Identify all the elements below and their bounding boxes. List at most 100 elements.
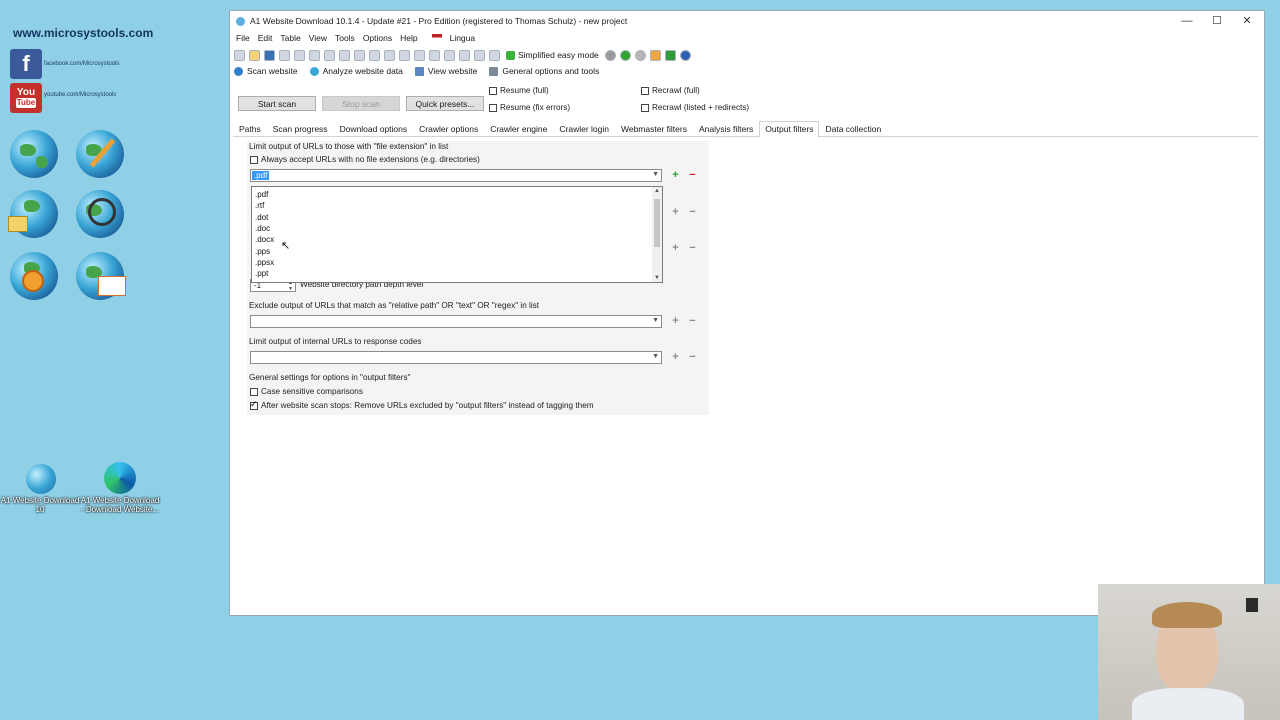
tab-view-website[interactable]: View website (414, 66, 477, 76)
share-icon[interactable] (664, 49, 676, 61)
list-item[interactable]: .docx (255, 235, 274, 244)
menu-options[interactable]: Options (363, 33, 392, 43)
case-sensitive-checkbox[interactable] (250, 387, 258, 396)
tab-data-collection[interactable]: Data collection (819, 121, 887, 138)
exclude-combobox[interactable]: ▼ (250, 315, 662, 328)
response-combobox[interactable]: ▼ (250, 351, 662, 364)
help-icon[interactable] (679, 49, 691, 61)
scroll-down-icon[interactable]: ▼ (654, 275, 660, 281)
collapse-icon[interactable] (429, 49, 440, 61)
chevron-down-icon[interactable]: ▼ (652, 353, 659, 360)
youtube-link[interactable]: youtube.com/Microsystools (44, 92, 116, 98)
tab-general-options[interactable]: General options and tools (489, 66, 599, 76)
edge-shortcut-label[interactable]: A1 Website Download - Download Website..… (80, 496, 160, 514)
remove-button-3[interactable]: − (686, 242, 699, 255)
start-scan-button[interactable]: Start scan (238, 96, 316, 111)
copy-icon[interactable] (339, 49, 350, 61)
menu-lingua[interactable]: Lingua (426, 33, 478, 43)
tab-analysis-filters[interactable]: Analysis filters (693, 121, 759, 138)
list-item[interactable]: .pps (255, 247, 270, 256)
extension-combobox[interactable]: .pdf ▼ (250, 169, 662, 182)
tab-analyze-website-data[interactable]: Analyze website data (309, 66, 403, 76)
case-sensitive-option[interactable]: Case sensitive comparisons (250, 387, 363, 396)
after-scan-checkbox[interactable] (250, 399, 258, 410)
facebook-icon[interactable]: f (10, 49, 42, 79)
list-item[interactable]: .ppsx (255, 258, 274, 267)
facebook-link[interactable]: facebook.com/Microsystools (44, 61, 119, 67)
stop-scan-button[interactable]: Stop scan (322, 96, 400, 111)
menu-file[interactable]: File (236, 33, 250, 43)
find-next-icon[interactable] (399, 49, 410, 61)
cut-icon[interactable] (324, 49, 335, 61)
after-scan-option[interactable]: After website scan stops: Remove URLs ex… (250, 399, 594, 410)
copy-project-icon[interactable] (279, 49, 290, 61)
maximize-icon[interactable]: ☐ (1202, 13, 1232, 29)
tab-crawler-options[interactable]: Crawler options (413, 121, 484, 138)
resume-fix-option[interactable]: Resume (fix errors) (489, 103, 570, 112)
scrollbar-thumb[interactable] (654, 199, 660, 247)
resume-full-checkbox[interactable] (489, 86, 497, 95)
remove-button-2[interactable]: − (686, 206, 699, 219)
menu-tools[interactable]: Tools (335, 33, 355, 43)
list-item[interactable]: .doc (255, 224, 270, 233)
remove-exclude-button[interactable]: − (686, 315, 699, 328)
dropdown-scrollbar[interactable]: ▲ ▼ (652, 187, 662, 282)
add-button-2[interactable]: + (669, 206, 682, 219)
always-accept-option[interactable]: Always accept URLs with no file extensio… (250, 155, 480, 164)
resume-full-option[interactable]: Resume (full) (489, 86, 549, 95)
outdent-icon[interactable] (459, 49, 470, 61)
new-icon[interactable] (234, 49, 245, 61)
menu-help[interactable]: Help (400, 33, 417, 43)
menu-view[interactable]: View (309, 33, 327, 43)
chevron-down-icon[interactable]: ▼ (652, 317, 659, 324)
tab-paths[interactable]: Paths (233, 121, 267, 138)
add-response-button[interactable]: + (669, 351, 682, 364)
tab-scan-website[interactable]: Scan website (234, 66, 298, 76)
minimize-icon[interactable]: — (1172, 13, 1202, 29)
close-icon[interactable]: ✕ (1232, 13, 1262, 29)
always-accept-checkbox[interactable] (250, 155, 258, 164)
find-icon[interactable] (384, 49, 395, 61)
tab-crawler-login[interactable]: Crawler login (553, 121, 615, 138)
add-button-3[interactable]: + (669, 242, 682, 255)
save-icon[interactable] (264, 49, 275, 61)
menu-edit[interactable]: Edit (258, 33, 273, 43)
indent-icon[interactable] (444, 49, 455, 61)
refresh-icon[interactable] (634, 49, 646, 61)
list-item[interactable]: .pdf (255, 190, 268, 199)
recrawl-listed-option[interactable]: Recrawl (listed + redirects) (641, 103, 749, 112)
add-exclude-button[interactable]: + (669, 315, 682, 328)
tab-webmaster-filters[interactable]: Webmaster filters (615, 121, 693, 138)
list-item[interactable]: .dot (255, 213, 268, 222)
youtube-icon[interactable]: You Tube (10, 83, 42, 113)
a1-shortcut-icon[interactable] (26, 464, 56, 494)
scroll-up-icon[interactable]: ▲ (654, 188, 660, 194)
resume-fix-checkbox[interactable] (489, 103, 497, 112)
stop-circle-icon[interactable] (604, 49, 616, 61)
recrawl-listed-checkbox[interactable] (641, 103, 649, 112)
edge-icon[interactable] (104, 462, 136, 494)
quick-presets-button[interactable]: Quick presets... (406, 96, 484, 111)
tab-scan-progress[interactable]: Scan progress (267, 121, 334, 138)
list-item[interactable]: .rtf (255, 201, 264, 210)
remove-response-button[interactable]: − (686, 351, 699, 364)
simplified-mode-button[interactable]: Simplified easy mode (506, 50, 599, 60)
paste-icon[interactable] (354, 49, 365, 61)
menu-table[interactable]: Table (280, 33, 300, 43)
columns-icon[interactable] (474, 49, 485, 61)
tab-crawler-engine[interactable]: Crawler engine (484, 121, 553, 138)
open-icon[interactable] (249, 49, 260, 61)
recrawl-full-checkbox[interactable] (641, 86, 649, 95)
export-icon[interactable] (309, 49, 320, 61)
extension-combo-value[interactable]: .pdf (252, 171, 270, 180)
tab-output-filters[interactable]: Output filters (759, 121, 820, 138)
remove-extension-button[interactable]: − (686, 169, 699, 182)
a1-shortcut-label[interactable]: A1 Website Download 10 (0, 496, 80, 514)
list-item[interactable]: .ppt (255, 269, 268, 278)
print-icon[interactable] (294, 49, 305, 61)
filter-icon[interactable] (489, 49, 500, 61)
home-icon[interactable] (649, 49, 661, 61)
chevron-down-icon[interactable]: ▼ (652, 171, 659, 178)
recrawl-full-option[interactable]: Recrawl (full) (641, 86, 700, 95)
undo-icon[interactable] (369, 49, 380, 61)
